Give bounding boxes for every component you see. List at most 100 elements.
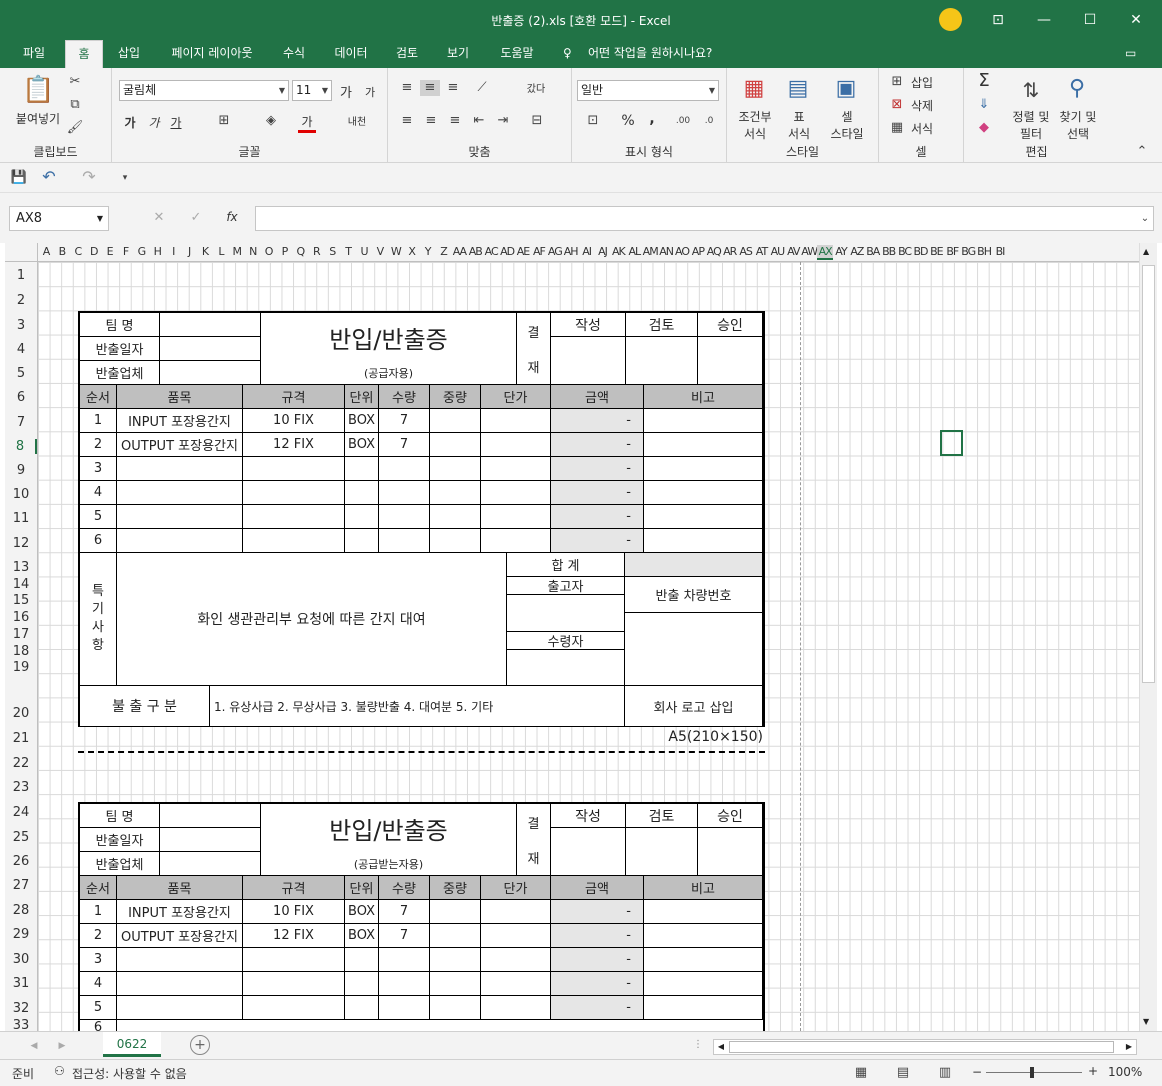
column-header[interactable]: N: [245, 245, 261, 258]
column-header[interactable]: AB: [467, 245, 483, 258]
borders-icon[interactable]: ⊞: [215, 113, 233, 129]
clear-icon[interactable]: ◆: [974, 120, 994, 136]
column-header[interactable]: R: [308, 245, 324, 258]
row-header[interactable]: 7: [5, 415, 37, 430]
column-header[interactable]: AW: [801, 245, 817, 258]
column-header[interactable]: AQ: [706, 245, 722, 258]
column-header[interactable]: AS: [738, 245, 754, 258]
tab-data[interactable]: 데이터: [329, 40, 373, 68]
horizontal-scrollbar[interactable]: ◀ ▶: [713, 1039, 1137, 1055]
font-size-select[interactable]: 11 ▼: [292, 80, 332, 101]
zoom-level[interactable]: 100%: [1108, 1065, 1142, 1079]
cell-styles-button[interactable]: 셀 스타일: [823, 108, 871, 142]
column-header[interactable]: O: [261, 245, 277, 258]
insert-function-button[interactable]: fx: [222, 210, 242, 224]
worksheet-grid[interactable]: A B C D E F G H I J K L M N O P Q R S T U V W X Y Z AA AB AC AD AE AF AG…: [5, 243, 1139, 1031]
scroll-thumb[interactable]: [1142, 265, 1155, 683]
column-header[interactable]: L: [213, 245, 229, 258]
format-cells-icon[interactable]: ▦: [889, 120, 905, 136]
row-header[interactable]: 1: [5, 268, 37, 283]
minimize-button[interactable]: —: [1021, 0, 1067, 40]
column-header[interactable]: AY: [833, 245, 849, 258]
close-button[interactable]: ✕: [1113, 0, 1159, 40]
format-table-icon[interactable]: ▤: [783, 74, 813, 104]
row-header[interactable]: 17: [5, 627, 37, 642]
redo-icon[interactable]: ↷: [80, 169, 98, 185]
column-header[interactable]: C: [70, 245, 86, 258]
shrink-font-button[interactable]: 가: [362, 84, 378, 100]
normal-view-icon[interactable]: ▦: [852, 1065, 870, 1081]
column-header[interactable]: AZ: [849, 245, 865, 258]
insert-cells-button[interactable]: 삽입: [907, 74, 937, 91]
column-header[interactable]: AD: [499, 245, 515, 258]
collapse-ribbon-icon[interactable]: ⌃: [1134, 144, 1150, 160]
find-select-icon[interactable]: ⚲: [1062, 74, 1092, 104]
column-header[interactable]: AE: [515, 245, 531, 258]
decrease-decimal-icon[interactable]: .0: [698, 113, 720, 129]
tab-formulas[interactable]: 수식: [277, 40, 311, 68]
row-header[interactable]: 19: [5, 660, 37, 675]
row-header[interactable]: 18: [5, 644, 37, 659]
row-header[interactable]: 4: [5, 342, 37, 357]
column-header[interactable]: AC: [483, 245, 499, 258]
align-center-icon[interactable]: ≡: [422, 113, 440, 129]
column-header[interactable]: W: [388, 245, 404, 258]
tab-help[interactable]: 도움말: [493, 40, 541, 68]
column-header[interactable]: AJ: [595, 245, 611, 258]
column-header[interactable]: Q: [292, 245, 308, 258]
comma-button[interactable]: ,: [646, 111, 658, 127]
save-icon[interactable]: 💾: [10, 170, 28, 186]
grow-font-button[interactable]: 가: [338, 82, 354, 101]
column-header[interactable]: H: [149, 245, 165, 258]
column-header[interactable]: BA: [865, 245, 881, 258]
align-top-icon[interactable]: ≡: [398, 80, 416, 96]
italic-button[interactable]: 가: [146, 114, 162, 131]
conditional-format-button[interactable]: 조건부 서식: [733, 108, 777, 142]
font-name-select[interactable]: 굴림체 ▼: [119, 80, 289, 101]
row-header[interactable]: 27: [5, 878, 37, 893]
maximize-button[interactable]: ☐: [1067, 0, 1113, 40]
column-header[interactable]: I: [165, 245, 181, 258]
column-header[interactable]: Y: [420, 245, 436, 258]
column-header[interactable]: AO: [674, 245, 690, 258]
column-header[interactable]: AU: [769, 245, 786, 258]
cut-icon[interactable]: ✂: [66, 74, 84, 90]
column-header[interactable]: BE: [928, 245, 944, 258]
next-sheet-icon[interactable]: ▶: [56, 1038, 68, 1054]
row-header[interactable]: 14: [5, 577, 37, 592]
column-header[interactable]: AV: [785, 245, 801, 258]
row-header[interactable]: 32: [5, 1001, 37, 1016]
column-header[interactable]: AG: [547, 245, 563, 258]
zoom-slider[interactable]: [986, 1072, 1082, 1073]
insert-cells-icon[interactable]: ⊞: [889, 74, 905, 90]
sheet-tab-0622[interactable]: 0622: [103, 1032, 161, 1057]
column-header[interactable]: G: [133, 245, 149, 258]
accessibility-status[interactable]: 접근성: 사용할 수 없음: [72, 1065, 187, 1082]
select-all-corner[interactable]: [5, 243, 38, 261]
column-header[interactable]: T: [340, 245, 356, 258]
wrap-text-button[interactable]: 갔다: [524, 80, 548, 95]
bold-button[interactable]: 가: [122, 114, 138, 131]
tell-me-search[interactable]: 어떤 작업을 원하시나요?: [588, 40, 738, 68]
row-header[interactable]: 10: [5, 487, 37, 502]
active-cell[interactable]: [940, 430, 963, 456]
column-header[interactable]: E: [102, 245, 118, 258]
row-header[interactable]: 21: [5, 731, 37, 746]
scroll-left-icon[interactable]: ◀: [714, 1040, 728, 1054]
format-cells-button[interactable]: 서식: [907, 120, 937, 137]
account-avatar[interactable]: [939, 8, 962, 31]
page-break-view-icon[interactable]: ▥: [936, 1065, 954, 1081]
zoom-out-icon[interactable]: −: [972, 1065, 982, 1079]
delete-cells-button[interactable]: 삭제: [907, 97, 937, 114]
font-color-button[interactable]: 가: [298, 113, 316, 133]
phonetic-button[interactable]: 내천: [345, 113, 369, 128]
sort-filter-icon[interactable]: ⇅: [1016, 76, 1046, 104]
enter-icon[interactable]: ✓: [187, 210, 205, 226]
column-header[interactable]: AH: [563, 245, 579, 258]
vertical-scrollbar[interactable]: ▲ ▼: [1139, 243, 1157, 1031]
row-header[interactable]: 13: [5, 560, 37, 575]
delete-cells-icon[interactable]: ⊠: [889, 97, 905, 113]
ribbon-display-icon[interactable]: ⊡: [975, 0, 1021, 40]
column-header[interactable]: K: [197, 245, 213, 258]
paste-icon[interactable]: 📋: [22, 74, 54, 106]
